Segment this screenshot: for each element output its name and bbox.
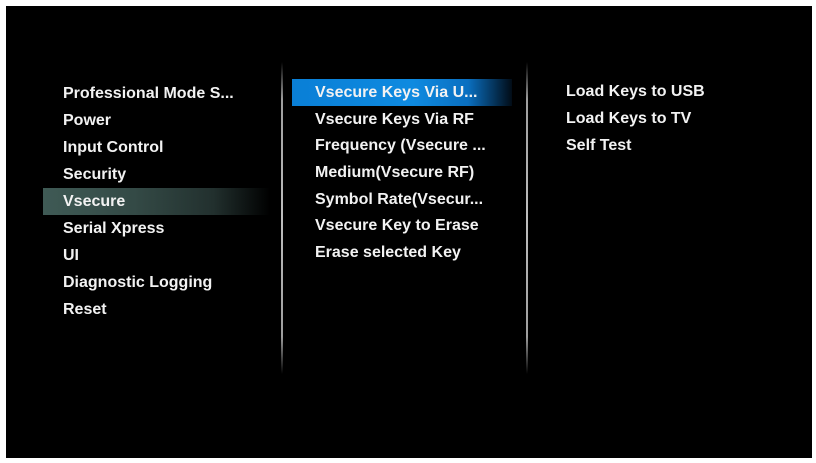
vsecure-item-erase-selected-key[interactable]: Erase selected Key <box>292 239 512 266</box>
menu-item-label: Frequency (Vsecure ... <box>315 137 486 155</box>
tv-menu-screen: Professional Mode S... Power Input Contr… <box>6 6 812 458</box>
menu-item-label: Security <box>63 166 127 183</box>
vsecure-item-medium[interactable]: Medium(Vsecure RF) <box>292 159 512 186</box>
menu-item-label: Serial Xpress <box>63 220 165 237</box>
vsecure-item-keys-via-usb[interactable]: Vsecure Keys Via U... <box>292 79 512 106</box>
column-divider <box>281 62 283 374</box>
vsecure-item-keys-via-rf[interactable]: Vsecure Keys Via RF <box>292 106 512 133</box>
vsecure-item-key-to-erase[interactable]: Vsecure Key to Erase <box>292 212 512 239</box>
usb-item-load-keys-to-usb[interactable]: Load Keys to USB <box>566 78 796 105</box>
vsecure-submenu: Vsecure Keys Via U... Vsecure Keys Via R… <box>292 79 512 266</box>
main-menu-item-vsecure[interactable]: Vsecure <box>43 188 270 215</box>
main-menu: Professional Mode S... Power Input Contr… <box>43 80 270 323</box>
menu-item-label: Load Keys to USB <box>566 83 705 100</box>
main-menu-item-input-control[interactable]: Input Control <box>43 134 270 161</box>
menu-item-label: Vsecure Keys Via RF <box>315 110 474 128</box>
menu-item-label: Input Control <box>63 139 164 156</box>
main-menu-item-ui[interactable]: UI <box>43 242 270 269</box>
menu-item-label: Erase selected Key <box>315 244 461 262</box>
main-menu-item-power[interactable]: Power <box>43 107 270 134</box>
main-menu-item-security[interactable]: Security <box>43 161 270 188</box>
usb-item-load-keys-to-tv[interactable]: Load Keys to TV <box>566 105 796 132</box>
main-menu-item-reset[interactable]: Reset <box>43 296 270 323</box>
menu-item-label: Diagnostic Logging <box>63 274 213 291</box>
usb-item-self-test[interactable]: Self Test <box>566 132 796 159</box>
menu-item-label: Vsecure Key to Erase <box>315 217 479 235</box>
menu-item-label: Medium(Vsecure RF) <box>315 164 475 182</box>
usb-keys-submenu: Load Keys to USB Load Keys to TV Self Te… <box>566 78 796 159</box>
main-menu-item-serial-xpress[interactable]: Serial Xpress <box>43 215 270 242</box>
main-menu-item-professional-mode[interactable]: Professional Mode S... <box>43 80 270 107</box>
menu-item-label: Power <box>63 112 112 129</box>
menu-item-label: Professional Mode S... <box>63 85 234 102</box>
menu-item-label: Vsecure Keys Via U... <box>315 84 478 101</box>
vsecure-item-symbol-rate[interactable]: Symbol Rate(Vsecur... <box>292 186 512 213</box>
column-divider <box>526 62 528 374</box>
main-menu-item-diagnostic-logging[interactable]: Diagnostic Logging <box>43 269 270 296</box>
vsecure-item-frequency[interactable]: Frequency (Vsecure ... <box>292 132 512 159</box>
menu-item-label: Reset <box>63 301 107 318</box>
menu-item-label: Self Test <box>566 137 632 154</box>
menu-item-label: UI <box>63 247 79 264</box>
menu-item-label: Load Keys to TV <box>566 110 692 127</box>
menu-item-label: Vsecure <box>63 193 126 210</box>
menu-item-label: Symbol Rate(Vsecur... <box>315 190 484 208</box>
